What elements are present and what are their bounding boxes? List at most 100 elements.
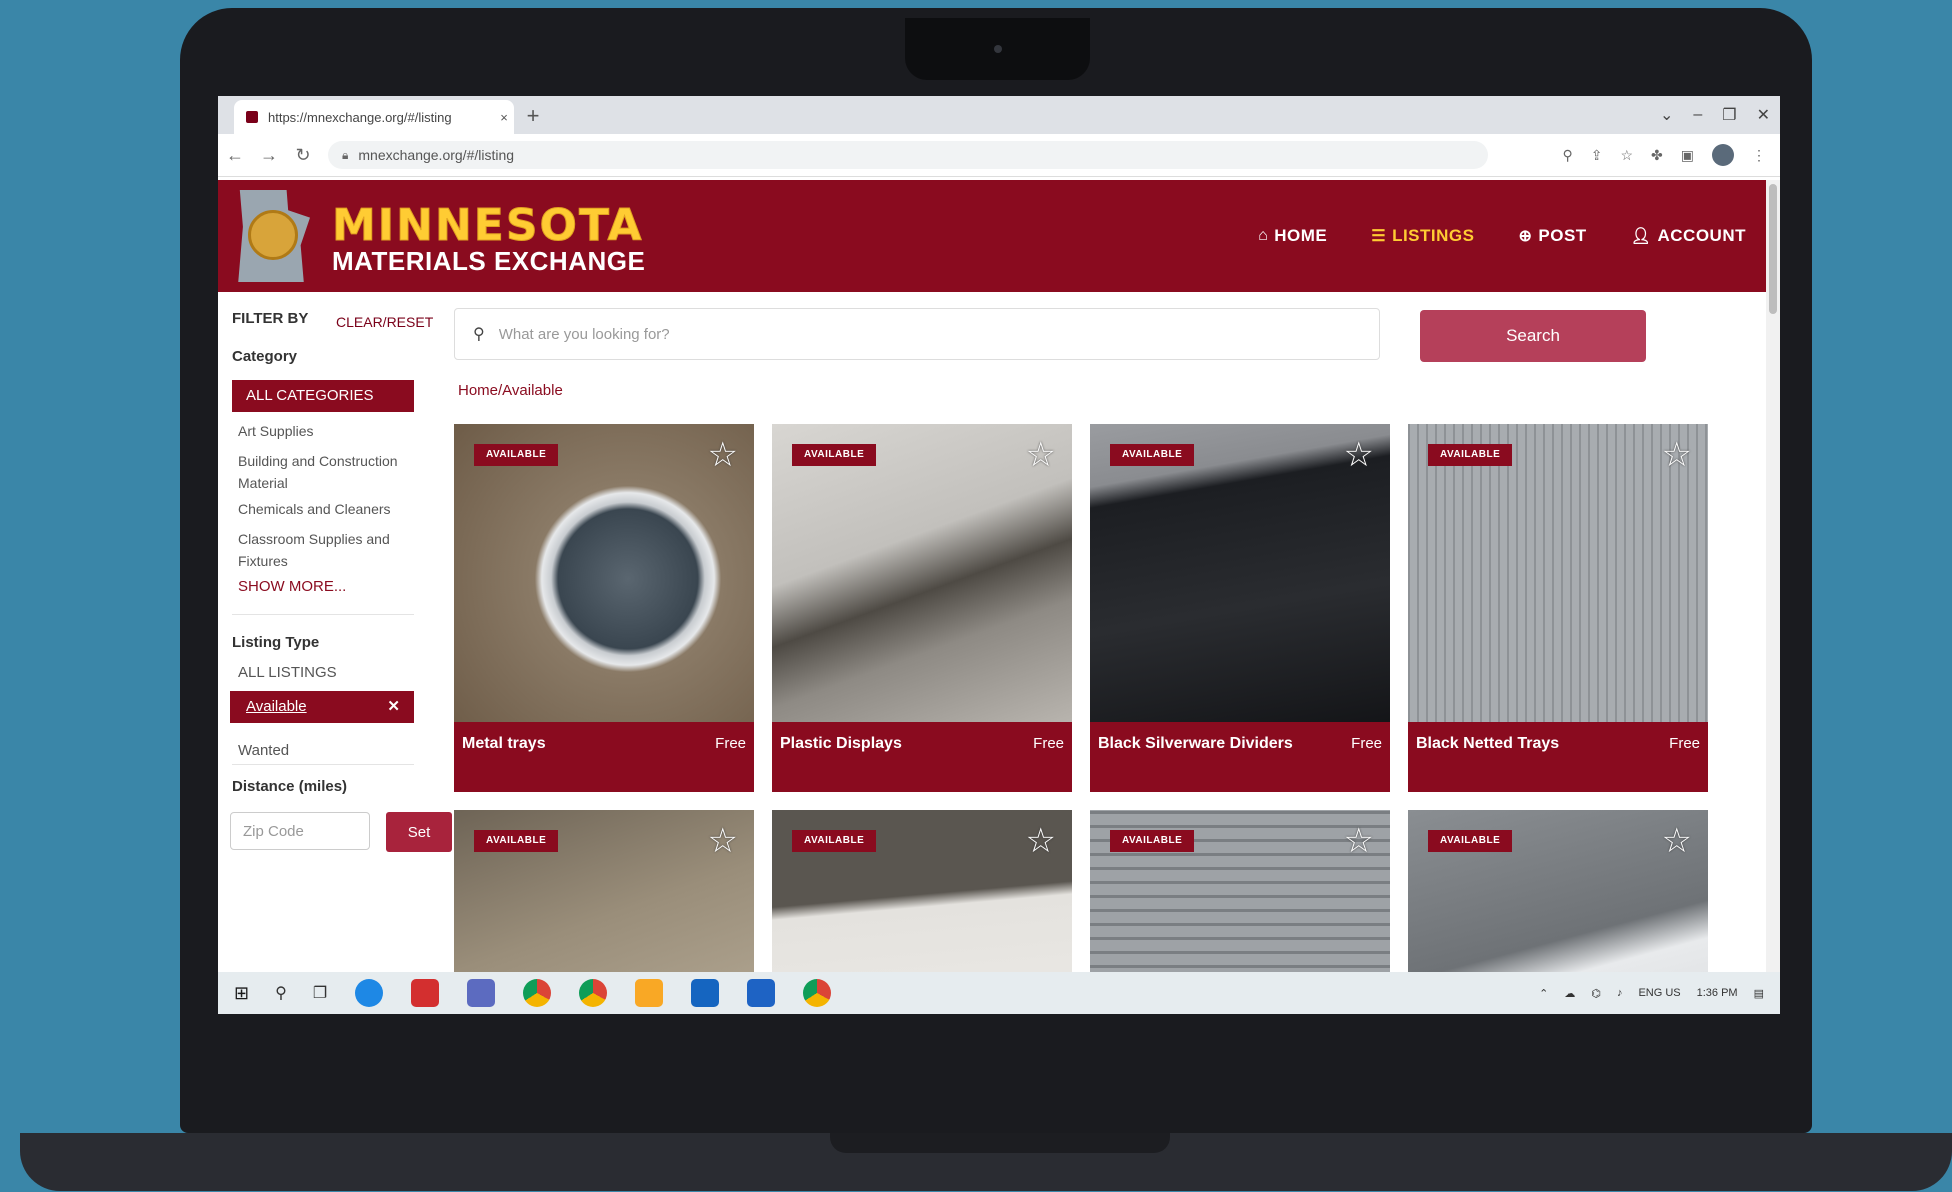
window-controls: ⌄ – ❐ ✕	[1660, 96, 1770, 134]
home-icon: ⌂	[1258, 227, 1269, 244]
favorite-star-icon[interactable]: ☆	[1662, 824, 1692, 858]
category-item[interactable]: Chemicals and Cleaners	[238, 498, 418, 520]
browser-tab[interactable]: https://mnexchange.org/#/listing ×	[234, 100, 514, 134]
available-badge: AVAILABLE	[474, 830, 559, 852]
nav-account[interactable]: 👤︎ ACCOUNT	[1631, 226, 1746, 246]
favorite-star-icon[interactable]: ☆	[1344, 438, 1374, 472]
plus-circle-icon: ⊕	[1518, 228, 1533, 245]
distance-heading: Distance (miles)	[232, 778, 348, 795]
chrome-icon[interactable]	[579, 979, 608, 1007]
favorite-star-icon[interactable]: ☆	[708, 438, 738, 472]
reload-icon[interactable]: ↻	[286, 145, 320, 166]
filter-sidebar: FILTER BY CLEAR/RESET Category ALL CATEG…	[218, 292, 452, 982]
set-distance-button[interactable]: Set	[386, 812, 452, 852]
favorite-star-icon[interactable]: ☆	[1026, 824, 1056, 858]
profile-avatar[interactable]	[1712, 144, 1734, 166]
tab-search-icon[interactable]: ⌄	[1660, 105, 1673, 125]
taskbar-search-icon[interactable]: ⚲	[275, 983, 287, 1003]
tray-chevron-icon[interactable]: ⌃	[1539, 987, 1548, 1000]
show-more-link[interactable]: SHOW MORE...	[238, 578, 346, 595]
restore-icon[interactable]: ❐	[1722, 105, 1736, 125]
tray-lang[interactable]: ENG US	[1638, 987, 1680, 999]
volume-icon[interactable]: ♪	[1617, 987, 1623, 999]
listing-type-wanted[interactable]: Wanted	[238, 742, 289, 759]
url-text: mnexchange.org/#/listing	[358, 147, 515, 163]
notifications-icon[interactable]: ▤	[1754, 987, 1764, 1000]
address-bar[interactable]: 🔒︎ mnexchange.org/#/listing	[328, 141, 1488, 169]
search-input[interactable]	[496, 324, 1379, 344]
tab-close-icon[interactable]: ×	[494, 110, 514, 125]
favorite-star-icon[interactable]: ☆	[1662, 438, 1692, 472]
favorite-star-icon[interactable]: ☆	[1344, 824, 1374, 858]
breadcrumb[interactable]: Home/Available	[458, 382, 563, 399]
new-tab-button[interactable]: +	[518, 101, 548, 131]
scrollbar-thumb[interactable]	[1769, 184, 1777, 314]
task-view-icon[interactable]: ❐	[313, 983, 327, 1003]
nav-listings[interactable]: ☰ LISTINGS	[1371, 226, 1474, 246]
bookmark-star-icon[interactable]: ☆	[1620, 147, 1633, 164]
nav-listings-label: LISTINGS	[1392, 226, 1475, 245]
nav-home[interactable]: ⌂ HOME	[1258, 226, 1327, 246]
chrome-icon[interactable]	[803, 979, 832, 1007]
zip-code-input[interactable]	[230, 812, 370, 850]
laptop-hinge-notch	[830, 1133, 1170, 1153]
category-item[interactable]: Classroom Supplies and Fixtures	[238, 528, 418, 572]
file-explorer-icon[interactable]	[635, 979, 664, 1007]
teams-icon[interactable]	[467, 979, 496, 1007]
tray-time[interactable]: 1:36 PM	[1697, 987, 1738, 999]
logo-subtitle[interactable]: MATERIALS EXCHANGE	[332, 246, 645, 277]
remove-filter-icon[interactable]: ✕	[387, 691, 400, 723]
search-box[interactable]: ⚲	[454, 308, 1380, 360]
tab-title: https://mnexchange.org/#/listing	[268, 109, 452, 125]
favorite-star-icon[interactable]: ☆	[1026, 438, 1056, 472]
listing-price: Free	[1351, 735, 1382, 752]
share-icon[interactable]: ⇪	[1591, 147, 1603, 164]
network-icon[interactable]: ⌬	[1591, 987, 1601, 1000]
logo-title[interactable]: MINNESOTA	[332, 200, 644, 252]
listing-title: Black Silverware Dividers	[1098, 735, 1293, 752]
listing-type-available-selected[interactable]: Available ✕	[230, 691, 414, 723]
cloud-icon[interactable]: ☁	[1564, 987, 1575, 1000]
favorite-star-icon[interactable]: ☆	[708, 824, 738, 858]
close-window-icon[interactable]: ✕	[1757, 105, 1770, 125]
listing-price: Free	[1033, 735, 1064, 752]
category-item[interactable]: Art Supplies	[238, 420, 418, 442]
main-nav: ⌂ HOME ☰ LISTINGS ⊕ POST 👤︎ ACCOUNT	[1258, 180, 1746, 292]
windows-start-icon[interactable]: ⊞	[234, 983, 249, 1004]
minimize-icon[interactable]: –	[1693, 106, 1702, 124]
browser-toolbar: ← → ↻ 🔒︎ mnexchange.org/#/listing ⚲ ⇪ ☆ …	[218, 134, 1780, 177]
listing-footer[interactable]: Black Silverware Dividers Free	[1090, 722, 1390, 792]
filter-by-heading: FILTER BY	[232, 310, 309, 327]
logo-coin-icon	[248, 210, 298, 260]
listing-title: Metal trays	[462, 735, 546, 752]
menu-dots-icon[interactable]: ⋮	[1752, 147, 1766, 164]
search-button[interactable]: Search	[1420, 310, 1646, 362]
listing-title: Plastic Displays	[780, 735, 902, 752]
chrome-icon[interactable]	[523, 979, 552, 1007]
webcam-icon	[994, 45, 1002, 53]
listing-footer[interactable]: Black Netted Trays Free	[1408, 722, 1708, 792]
zoom-icon[interactable]: ⚲	[1562, 147, 1572, 164]
back-icon[interactable]: ←	[218, 145, 252, 166]
outlook-icon[interactable]	[691, 979, 720, 1007]
listings-content: ⚲ Search Home/Available AVAILABLE ☆ Meta…	[454, 292, 1766, 1014]
listing-type-all[interactable]: ALL LISTINGS	[238, 664, 337, 681]
listing-footer[interactable]: Plastic Displays Free	[772, 722, 1072, 792]
word-icon[interactable]	[747, 979, 776, 1007]
extensions-icon[interactable]: ✤	[1651, 147, 1663, 164]
acrobat-icon[interactable]	[411, 979, 440, 1007]
system-tray: ⌃ ☁ ⌬ ♪ ENG US 1:36 PM ▤	[1539, 987, 1764, 1000]
listing-price: Free	[715, 735, 746, 752]
forward-icon[interactable]: →	[252, 145, 286, 166]
list-icon: ☰	[1371, 228, 1387, 245]
sidebar-icon[interactable]: ▣	[1681, 147, 1694, 164]
category-all-selected[interactable]: ALL CATEGORIES	[232, 380, 414, 412]
clear-reset-link[interactable]: CLEAR/RESET	[336, 314, 433, 330]
edge-icon[interactable]	[355, 979, 384, 1007]
page-scrollbar[interactable]	[1766, 180, 1780, 972]
nav-post[interactable]: ⊕ POST	[1518, 226, 1586, 246]
listing-footer[interactable]: Metal trays Free	[454, 722, 754, 792]
listing-title: Black Netted Trays	[1416, 735, 1560, 752]
category-item[interactable]: Building and Construction Material	[238, 450, 418, 494]
divider	[232, 764, 414, 765]
